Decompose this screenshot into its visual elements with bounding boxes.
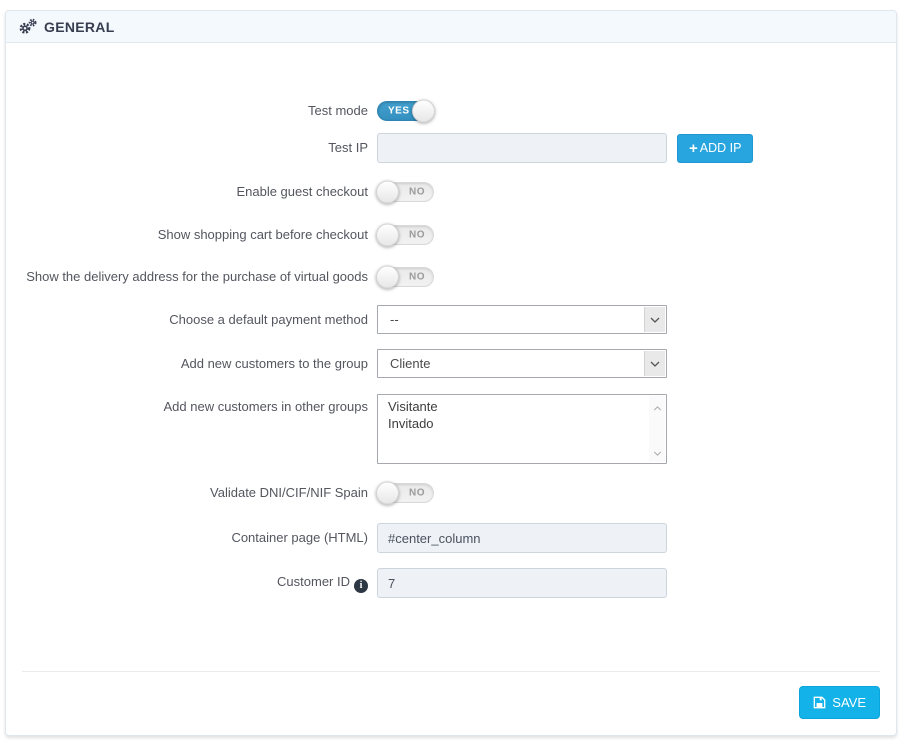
info-icon[interactable]: i (354, 579, 368, 593)
new-customers-group-select[interactable]: Cliente (377, 349, 667, 378)
panel-header: GENERAL (6, 11, 896, 43)
plus-icon: + (689, 141, 698, 156)
row-validate-dni: Validate DNI/CIF/NIF Spain NO (6, 483, 896, 503)
validate-dni-toggle[interactable]: NO (377, 483, 434, 503)
chevron-up-icon[interactable] (653, 399, 662, 414)
chevron-down-icon[interactable] (653, 444, 662, 459)
row-other-groups: Add new customers in other groups Visita… (6, 394, 896, 464)
test-mode-toggle[interactable]: YES (377, 101, 434, 121)
toggle-state-label: NO (409, 272, 425, 283)
default-payment-method-label: Choose a default payment method (6, 311, 377, 329)
row-delivery-virtual-goods: Show the delivery address for the purcha… (6, 267, 896, 287)
cogs-icon (18, 18, 37, 35)
panel-title: GENERAL (44, 19, 115, 35)
container-page-label: Container page (HTML) (6, 529, 377, 547)
chevron-down-icon (644, 307, 665, 332)
general-settings-panel: GENERAL Test mode YES Test IP + ADD IP (5, 10, 897, 736)
row-cart-before-checkout: Show shopping cart before checkout NO (6, 225, 896, 245)
add-ip-button-label: ADD IP (700, 141, 742, 155)
select-value: -- (378, 312, 399, 327)
row-test-ip: Test IP + ADD IP (6, 133, 896, 163)
delivery-virtual-goods-label: Show the delivery address for the purcha… (6, 268, 377, 286)
test-mode-label: Test mode (6, 102, 377, 120)
other-groups-label: Add new customers in other groups (6, 394, 377, 416)
toggle-knob-icon (376, 482, 399, 505)
test-ip-input[interactable] (377, 133, 667, 163)
toggle-state-label: NO (409, 187, 425, 198)
validate-dni-label: Validate DNI/CIF/NIF Spain (6, 484, 377, 502)
settings-form: Test mode YES Test IP + ADD IP Enable gu… (6, 43, 896, 671)
toggle-knob-icon (412, 100, 435, 123)
row-container-page: Container page (HTML) (6, 523, 896, 553)
cart-before-checkout-label: Show shopping cart before checkout (6, 226, 377, 244)
list-item[interactable]: Invitado (378, 415, 648, 432)
select-value: Cliente (378, 356, 430, 371)
chevron-down-icon (644, 351, 665, 376)
default-payment-method-select[interactable]: -- (377, 305, 667, 334)
add-ip-button[interactable]: + ADD IP (677, 134, 753, 163)
list-item[interactable]: Visitante (378, 398, 648, 415)
save-button[interactable]: SAVE (799, 686, 880, 719)
customer-id-input[interactable] (377, 568, 667, 598)
container-page-input[interactable] (377, 523, 667, 553)
guest-checkout-label: Enable guest checkout (6, 183, 377, 201)
customer-id-label: Customer IDi (6, 573, 377, 593)
toggle-state-label: NO (409, 488, 425, 499)
panel-footer: SAVE (22, 671, 880, 735)
cart-before-checkout-toggle[interactable]: NO (377, 225, 434, 245)
new-customers-group-label: Add new customers to the group (6, 355, 377, 373)
row-default-payment-method: Choose a default payment method -- (6, 305, 896, 334)
floppy-disk-icon (813, 696, 826, 709)
row-guest-checkout: Enable guest checkout NO (6, 182, 896, 202)
toggle-state-label: YES (388, 106, 410, 117)
save-button-label: SAVE (832, 695, 866, 710)
toggle-knob-icon (376, 181, 399, 204)
row-test-mode: Test mode YES (6, 101, 896, 121)
scrollbar[interactable] (649, 396, 665, 462)
row-new-customers-group: Add new customers to the group Cliente (6, 349, 896, 378)
test-ip-label: Test IP (6, 139, 377, 157)
delivery-virtual-goods-toggle[interactable]: NO (377, 267, 434, 287)
toggle-state-label: NO (409, 230, 425, 241)
guest-checkout-toggle[interactable]: NO (377, 182, 434, 202)
row-customer-id: Customer IDi (6, 568, 896, 598)
other-groups-multiselect[interactable]: Visitante Invitado (377, 394, 667, 464)
toggle-knob-icon (376, 224, 399, 247)
toggle-knob-icon (376, 266, 399, 289)
